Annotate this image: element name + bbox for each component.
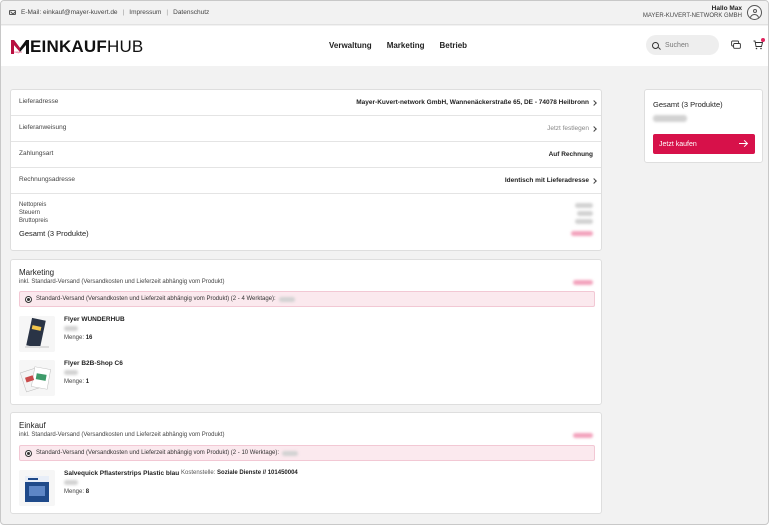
- shipping-option[interactable]: Standard-Versand (Versandkosten und Lief…: [19, 445, 595, 461]
- shipping-option-text: Standard-Versand (Versandkosten und Lief…: [36, 450, 280, 456]
- search-icon: [652, 41, 659, 49]
- chat-icon[interactable]: [731, 40, 741, 50]
- separator: |: [166, 9, 169, 16]
- product-price: [64, 326, 78, 331]
- gross-price-label: Bruttopreis: [19, 218, 49, 224]
- product-name[interactable]: Salvequick Pflasterstrips Plastic blau: [64, 470, 179, 477]
- total-label: Gesamt (3 Produkte): [19, 229, 89, 238]
- datenschutz-link[interactable]: Datenschutz: [173, 9, 209, 16]
- user-info[interactable]: Hallo Max MAYER-KUVERT-NETWORK GMBH: [643, 5, 742, 19]
- mail-icon: [9, 10, 16, 15]
- summary-title: Gesamt (3 Produkte): [653, 100, 723, 109]
- billing-address-row[interactable]: Rechnungsadresse Identisch mit Lieferadr…: [11, 168, 601, 194]
- product-quantity: Menge: 8: [64, 489, 89, 495]
- nav-verwaltung[interactable]: Verwaltung: [329, 41, 372, 50]
- logo-mark-text: mayer: [14, 50, 22, 54]
- section-shipping-cost: [573, 433, 593, 438]
- product-price: [64, 480, 78, 485]
- quantity-label: Menge:: [64, 379, 85, 385]
- separator: |: [122, 9, 125, 16]
- quantity-value: 16: [85, 335, 93, 341]
- buy-now-label: Jetzt kaufen: [659, 140, 697, 148]
- cart-badge: [761, 38, 765, 42]
- logo-hub: HUB: [106, 37, 144, 56]
- billing-address-label: Rechnungsadresse: [19, 176, 76, 183]
- shipping-option-price: [282, 450, 299, 456]
- search-placeholder: Suchen: [665, 41, 689, 49]
- cart-icon[interactable]: [753, 38, 765, 50]
- arrow-right-icon: [739, 143, 747, 144]
- logo-mark-icon: mayer: [11, 40, 29, 54]
- delivery-address-label: Lieferadresse: [19, 98, 59, 105]
- product-image[interactable]: [19, 470, 55, 506]
- chevron-right-icon: [591, 178, 597, 184]
- chevron-right-icon: [591, 126, 597, 132]
- email-link[interactable]: E-Mail: einkauf@mayer-kuvert.de: [21, 9, 118, 16]
- delivery-address-row[interactable]: Lieferadresse Mayer-Kuvert-network GmbH,…: [11, 90, 601, 116]
- nav-marketing[interactable]: Marketing: [387, 41, 425, 50]
- total-value: [571, 231, 593, 236]
- tax-label: Steuern: [19, 210, 41, 216]
- product-image[interactable]: [19, 360, 55, 396]
- delivery-instruction-row[interactable]: Lieferanweisung Jetzt festlegen: [11, 116, 601, 142]
- section-title: Marketing: [19, 268, 55, 277]
- main-header: mayer EINKAUFHUB Verwaltung Marketing Be…: [1, 26, 768, 66]
- section-title: Einkauf: [19, 421, 46, 430]
- quantity-label: Menge:: [64, 489, 85, 495]
- nav-betrieb[interactable]: Betrieb: [439, 41, 467, 50]
- top-links: E-Mail: einkauf@mayer-kuvert.de | Impres…: [9, 9, 209, 16]
- logo-main: EINKAUF: [30, 37, 107, 56]
- billing-address-value: Identisch mit Lieferadresse: [504, 177, 589, 184]
- delivery-address-value: Mayer-Kuvert-network GmbH, Wannenäckerst…: [356, 99, 589, 106]
- summary-total-value: [653, 115, 687, 122]
- shipping-radio[interactable]: [25, 295, 32, 303]
- einkauf-section: Einkauf inkl. Standard-Versand (Versandk…: [10, 412, 602, 514]
- gross-price-value: [575, 219, 593, 224]
- shipping-option[interactable]: Standard-Versand (Versandkosten und Lief…: [19, 291, 595, 307]
- cost-center-value: Soziale Dienste // 101450004: [217, 470, 298, 476]
- buy-now-button[interactable]: Jetzt kaufen: [653, 134, 755, 154]
- cost-center-label: Kostenstelle:: [181, 470, 216, 476]
- shipping-option-text: Standard-Versand (Versandkosten und Lief…: [36, 296, 276, 302]
- impressum-link[interactable]: Impressum: [129, 9, 161, 16]
- product-quantity: Menge: 1: [64, 379, 89, 385]
- section-subtitle: inkl. Standard-Versand (Versandkosten un…: [19, 432, 225, 438]
- quantity-value: 1: [85, 379, 90, 385]
- checkout-details-card: Lieferadresse Mayer-Kuvert-network GmbH,…: [10, 89, 602, 251]
- product-quantity: Menge: 16: [64, 335, 92, 341]
- delivery-instruction-label: Lieferanweisung: [19, 124, 67, 131]
- net-price-value: [575, 203, 593, 208]
- cost-center: Kostenstelle: Soziale Dienste // 1014500…: [181, 470, 298, 476]
- payment-method-value: Auf Rechnung: [548, 151, 593, 158]
- order-summary-card: Gesamt (3 Produkte) Jetzt kaufen: [644, 89, 763, 163]
- top-bar: E-Mail: einkauf@mayer-kuvert.de | Impres…: [1, 1, 768, 25]
- section-subtitle: inkl. Standard-Versand (Versandkosten un…: [19, 279, 225, 285]
- product-image[interactable]: [19, 316, 55, 352]
- section-shipping-cost: [573, 280, 593, 285]
- user-greeting: Hallo Max: [711, 5, 742, 12]
- product-name[interactable]: Flyer B2B-Shop C6: [64, 360, 123, 367]
- shipping-option-price: [278, 296, 295, 302]
- net-price-label: Nettopreis: [19, 202, 47, 208]
- main-nav: Verwaltung Marketing Betrieb: [329, 41, 467, 50]
- user-company: MAYER-KUVERT-NETWORK GMBH: [642, 13, 742, 19]
- chevron-right-icon: [591, 100, 597, 106]
- app-frame: E-Mail: einkauf@mayer-kuvert.de | Impres…: [0, 0, 769, 525]
- delivery-instruction-value: Jetzt festlegen: [547, 125, 589, 132]
- product-name[interactable]: Flyer WUNDERHUB: [64, 316, 125, 323]
- avatar-icon[interactable]: [747, 5, 762, 20]
- logo-text: EINKAUFHUB: [30, 37, 143, 57]
- einkaufhub-logo[interactable]: mayer EINKAUFHUB: [11, 37, 143, 57]
- payment-method-label: Zahlungsart: [19, 150, 54, 157]
- quantity-label: Menge:: [64, 335, 85, 341]
- quantity-value: 8: [85, 489, 90, 495]
- product-price: [64, 370, 78, 375]
- search-input[interactable]: Suchen: [646, 35, 719, 55]
- tax-value: [577, 211, 593, 216]
- marketing-section: Marketing inkl. Standard-Versand (Versan…: [10, 259, 602, 405]
- payment-method-row: Zahlungsart Auf Rechnung: [11, 142, 601, 168]
- shipping-radio[interactable]: [25, 449, 32, 457]
